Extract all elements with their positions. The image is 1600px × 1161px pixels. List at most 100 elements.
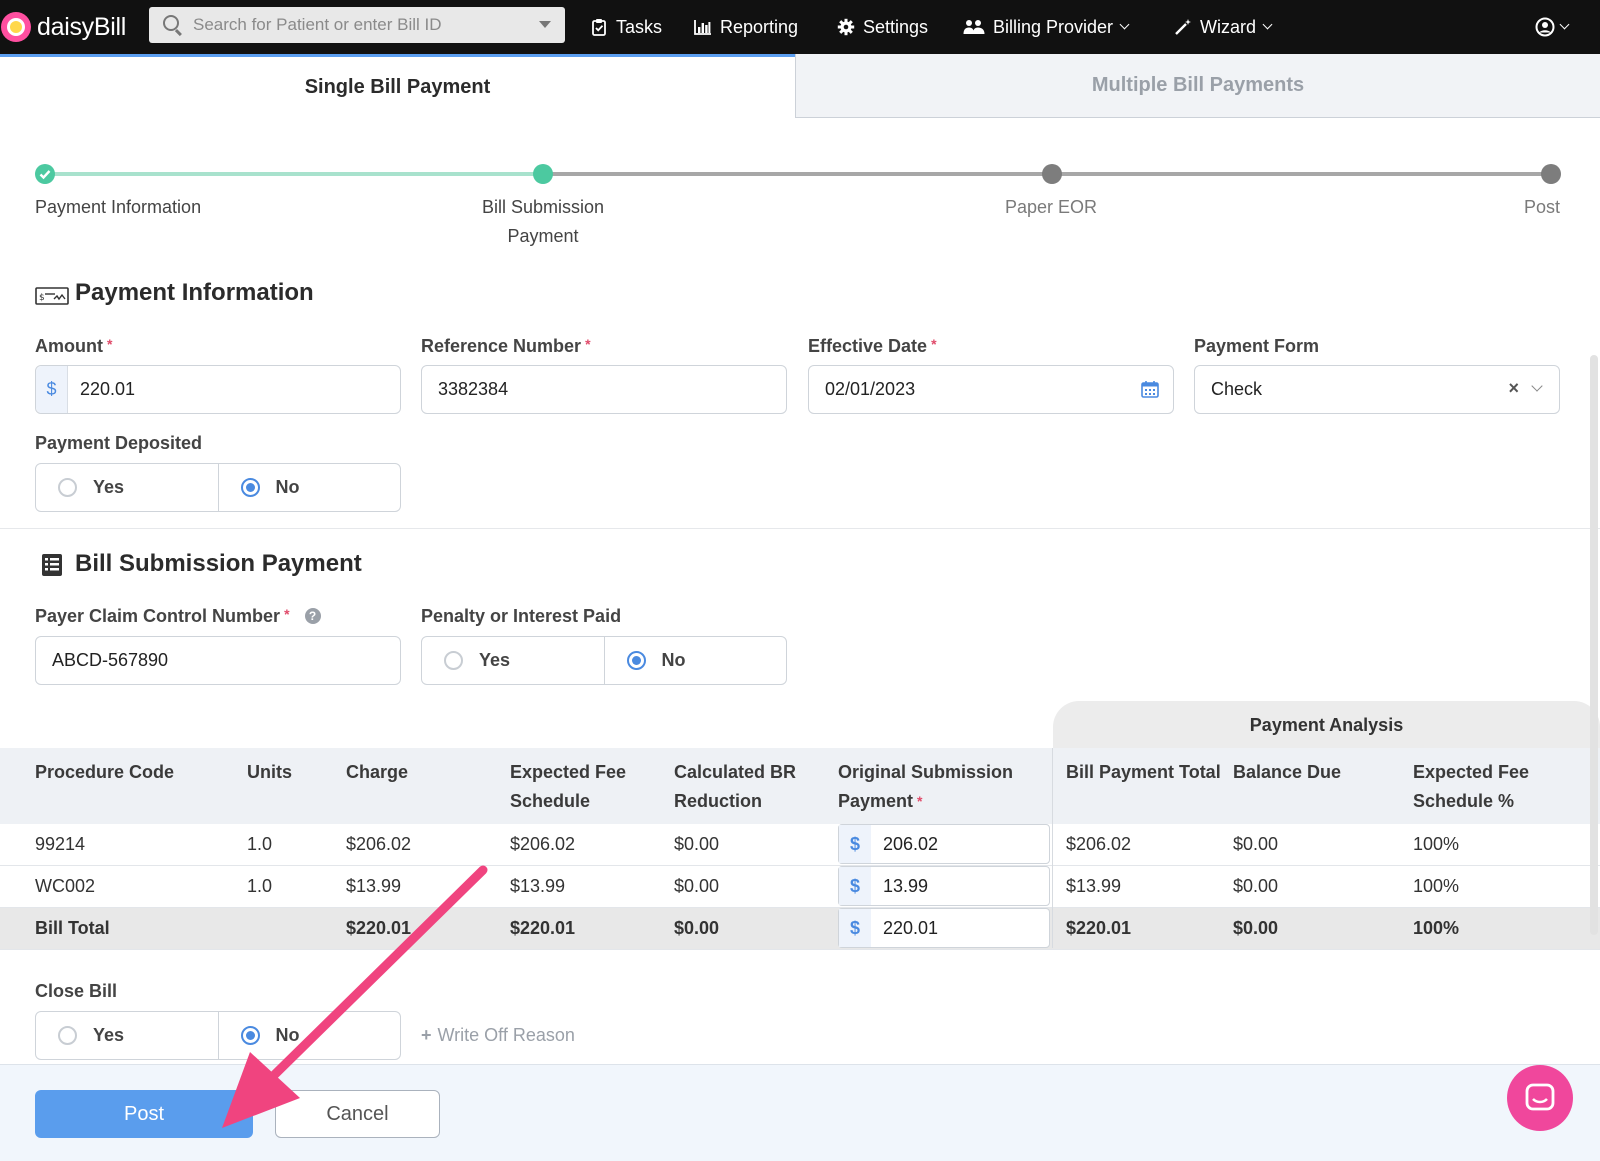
close-bill-no[interactable]: No (217, 1012, 401, 1059)
th-calculated-br-reduction: Calculated BR Reduction (674, 758, 796, 816)
total-submission-payment-input[interactable]: $220.01 (838, 908, 1050, 948)
effective-date-field[interactable]: 02/01/2023 (808, 365, 1174, 414)
cell-units: 1.0 (247, 876, 273, 896)
caret-down-icon[interactable] (539, 21, 551, 28)
required-asterisk: * (585, 336, 591, 352)
input-value: 13.99 (883, 875, 929, 896)
step-current-dot[interactable] (533, 164, 553, 184)
check-payment-icon: $ (35, 287, 69, 305)
amount-label: Amount * (35, 336, 112, 357)
write-off-reason-text: Write Off Reason (437, 1025, 575, 1045)
th-charge: Charge (346, 762, 409, 782)
search-input[interactable] (193, 13, 513, 37)
cell-balance-due: $0.00 (1233, 876, 1279, 896)
nav-billing-provider-label: Billing Provider (993, 16, 1114, 37)
section-divider (0, 528, 1600, 529)
nav-tasks[interactable]: Tasks (590, 0, 662, 54)
close-bill-yes[interactable]: Yes (36, 1012, 218, 1059)
penalty-interest-no[interactable]: No (603, 637, 787, 684)
write-off-reason-link[interactable]: + Write Off Reason (421, 1025, 575, 1046)
radio-button-selected[interactable] (626, 651, 646, 670)
calendar-icon[interactable] (1141, 380, 1159, 398)
chevron-down-icon (1262, 19, 1273, 30)
th-procedure-code: Procedure Code (35, 762, 175, 782)
cell-total-br: $0.00 (674, 918, 720, 938)
section-title-payment-information: Payment Information (75, 279, 314, 306)
th-line: Original Submission (838, 762, 1014, 782)
nav-settings[interactable]: Settings (837, 0, 928, 54)
payment-deposited-yes[interactable]: Yes (36, 464, 218, 511)
original-submission-payment-input[interactable]: $206.02 (838, 824, 1050, 864)
radio-button[interactable] (444, 651, 463, 670)
chevron-down-icon (1119, 19, 1130, 30)
step-complete-check-icon[interactable] (35, 164, 55, 184)
th-line: Calculated BR (674, 762, 797, 782)
cell-total-bpt: $220.01 (1066, 918, 1132, 938)
bill-table-icon (42, 554, 62, 576)
nav-billing-provider[interactable]: Billing Provider (963, 0, 1130, 54)
nav-wizard[interactable]: Wizard (1174, 0, 1273, 54)
page-scrollbar[interactable] (1590, 355, 1598, 935)
cell-efs-pct: 100% (1413, 876, 1460, 896)
radio-label: No (275, 477, 300, 497)
radio-button[interactable] (58, 1026, 77, 1045)
table-row: 99214 1.0 $206.02 $206.02 $0.00 $206.02 … (0, 824, 1600, 866)
cancel-button[interactable]: Cancel (275, 1090, 440, 1138)
step-label-line: Payment (507, 226, 579, 246)
th-line: Reduction (674, 791, 762, 811)
amount-field[interactable]: $ 220.01 (35, 365, 401, 414)
reference-number-label: Reference Number * (421, 336, 591, 357)
search-box[interactable] (149, 7, 565, 43)
step-label-bill-submission-payment: Bill Submission Payment (443, 193, 643, 251)
tab-multiple-bill-payments[interactable]: Multiple Bill Payments (795, 54, 1600, 118)
cell-bill-payment-total: $206.02 (1066, 834, 1132, 854)
clear-icon[interactable]: × (1508, 378, 1519, 399)
th-text: Payment (838, 791, 914, 811)
pccn-field[interactable]: ABCD-567890 (35, 636, 401, 685)
label-text: Payer Claim Control Number (35, 606, 281, 626)
help-icon[interactable]: ? (304, 608, 321, 624)
progress-stepper (35, 164, 1561, 184)
chat-launcher-button[interactable] (1507, 1065, 1573, 1131)
input-value: 206.02 (883, 833, 939, 854)
required-asterisk: * (917, 793, 923, 809)
th-line: Schedule (510, 791, 591, 811)
reference-number-field[interactable]: 3382384 (421, 365, 787, 414)
chevron-down-icon[interactable] (1531, 380, 1543, 392)
post-button[interactable]: Post (35, 1090, 253, 1138)
section-title-bill-submission-payment: Bill Submission Payment (75, 550, 362, 577)
user-menu[interactable] (1535, 0, 1570, 54)
close-bill-label: Close Bill (35, 981, 118, 1001)
gear-icon (837, 18, 855, 36)
penalty-interest-radio-group: Yes No (421, 636, 787, 685)
radio-button-selected[interactable] (240, 478, 260, 497)
bar-chart-icon (694, 20, 711, 35)
payment-deposited-label: Payment Deposited (35, 433, 203, 453)
payment-form-select[interactable]: Check × (1194, 365, 1560, 414)
input-value: 220.01 (883, 917, 939, 938)
payment-analysis-separator (1052, 748, 1053, 948)
payment-deposited-no[interactable]: No (217, 464, 401, 511)
reference-number-value: 3382384 (438, 379, 509, 399)
payment-form-label: Payment Form (1194, 336, 1320, 356)
cell-expected-fee-schedule: $13.99 (510, 876, 566, 896)
th-expected-fee-schedule: Expected Fee Schedule (510, 758, 626, 816)
dollar-prefix: $ (36, 366, 68, 413)
original-submission-payment-input[interactable]: $13.99 (838, 866, 1050, 906)
logo[interactable]: daisyBill (0, 0, 140, 54)
tab-single-bill-payment[interactable]: Single Bill Payment (0, 54, 795, 118)
penalty-interest-yes[interactable]: Yes (422, 637, 604, 684)
step-pending-dot[interactable] (1541, 164, 1561, 184)
table-header: Procedure Code Units Charge Expected Fee… (0, 748, 1600, 824)
amount-value: 220.01 (80, 379, 136, 399)
radio-button[interactable] (58, 478, 77, 497)
payment-analysis-header: Payment Analysis (1053, 701, 1600, 749)
radio-label: No (275, 1025, 300, 1045)
required-asterisk: * (284, 606, 290, 622)
svg-text:$: $ (39, 293, 45, 303)
step-pending-dot[interactable] (1042, 164, 1062, 184)
th-line: Expected Fee (510, 762, 627, 782)
nav-reporting[interactable]: Reporting (694, 0, 798, 54)
payment-form-value: Check (1211, 379, 1263, 399)
radio-button-selected[interactable] (240, 1026, 260, 1045)
